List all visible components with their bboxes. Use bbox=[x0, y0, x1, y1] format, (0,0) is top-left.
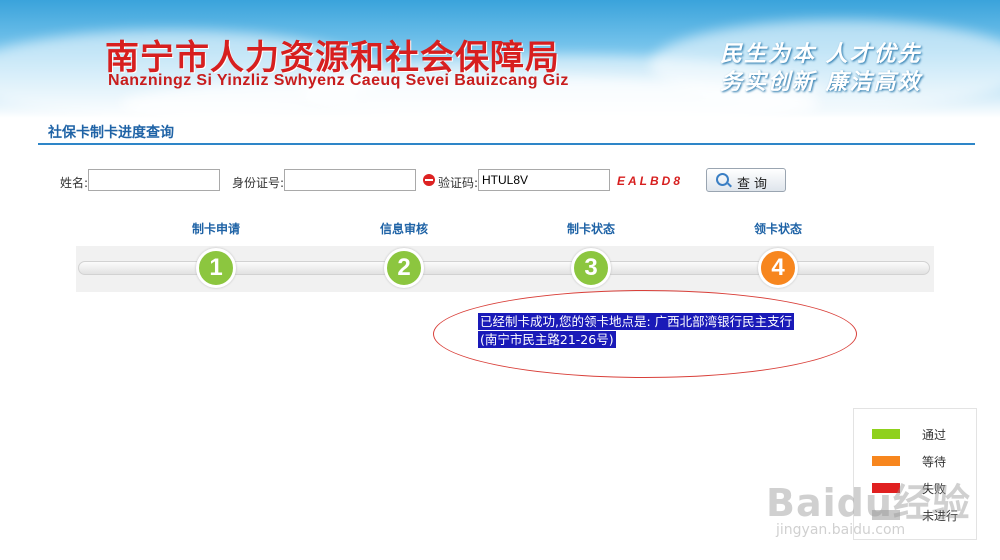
section-divider bbox=[38, 143, 975, 145]
step-circle-3: 3 bbox=[571, 248, 611, 288]
captcha-image[interactable]: EALBD8 bbox=[617, 174, 683, 188]
watermark-url: jingyan.baidu.com bbox=[776, 522, 906, 538]
query-button[interactable]: 查询 bbox=[706, 168, 786, 192]
legend-item-pass: 通过 bbox=[872, 424, 972, 444]
query-form: 姓名: 身份证号: 验证码: EALBD8 查询 bbox=[60, 168, 820, 193]
org-name-zhuang: Nanzningz Si Yinzliz Swhyenz Caeuq Sevei… bbox=[108, 72, 569, 89]
name-input[interactable] bbox=[88, 169, 220, 191]
legend-label-pass: 通过 bbox=[922, 428, 947, 442]
result-line-2: (南宁市民主路21-26号) bbox=[478, 331, 616, 348]
legend-label-waiting: 等待 bbox=[922, 455, 947, 469]
legend-item-waiting: 等待 bbox=[872, 451, 972, 471]
query-button-label: 查询 bbox=[737, 177, 772, 192]
step-label-3: 制卡状态 bbox=[566, 222, 615, 236]
section-title: 社保卡制卡进度查询 bbox=[48, 125, 174, 141]
legend-swatch-waiting bbox=[872, 456, 900, 466]
required-warning-icon bbox=[423, 174, 435, 186]
step-circle-4: 4 bbox=[758, 248, 798, 288]
step-label-1: 制卡申请 bbox=[191, 222, 240, 236]
result-message: 已经制卡成功,您的领卡地点是: 广西北部湾银行民主支行 (南宁市民主路21-26… bbox=[478, 313, 795, 349]
header-banner: 南宁市人力资源和社会保障局 Nanzningz Si Yinzliz Swhye… bbox=[0, 0, 1000, 118]
id-number-label: 身份证号: bbox=[232, 176, 285, 190]
legend-swatch-pass bbox=[872, 429, 900, 439]
watermark-text: Baidu经验 bbox=[766, 481, 971, 525]
step-label-4: 领卡状态 bbox=[753, 222, 802, 236]
step-circle-1: 1 bbox=[196, 248, 236, 288]
search-icon bbox=[716, 173, 729, 186]
name-label: 姓名: bbox=[60, 176, 89, 190]
step-circle-2: 2 bbox=[384, 248, 424, 288]
captcha-label: 验证码: bbox=[438, 176, 479, 190]
baidu-watermark: Baidu经验 jingyan.baidu.com bbox=[760, 470, 980, 550]
id-number-input[interactable] bbox=[284, 169, 416, 191]
result-line-1: 已经制卡成功,您的领卡地点是: 广西北部湾银行民主支行 bbox=[478, 313, 795, 330]
step-label-2: 信息审核 bbox=[379, 222, 428, 236]
captcha-input[interactable] bbox=[478, 169, 610, 191]
slogan-line-2: 务实创新 廉洁高效 bbox=[720, 70, 922, 95]
